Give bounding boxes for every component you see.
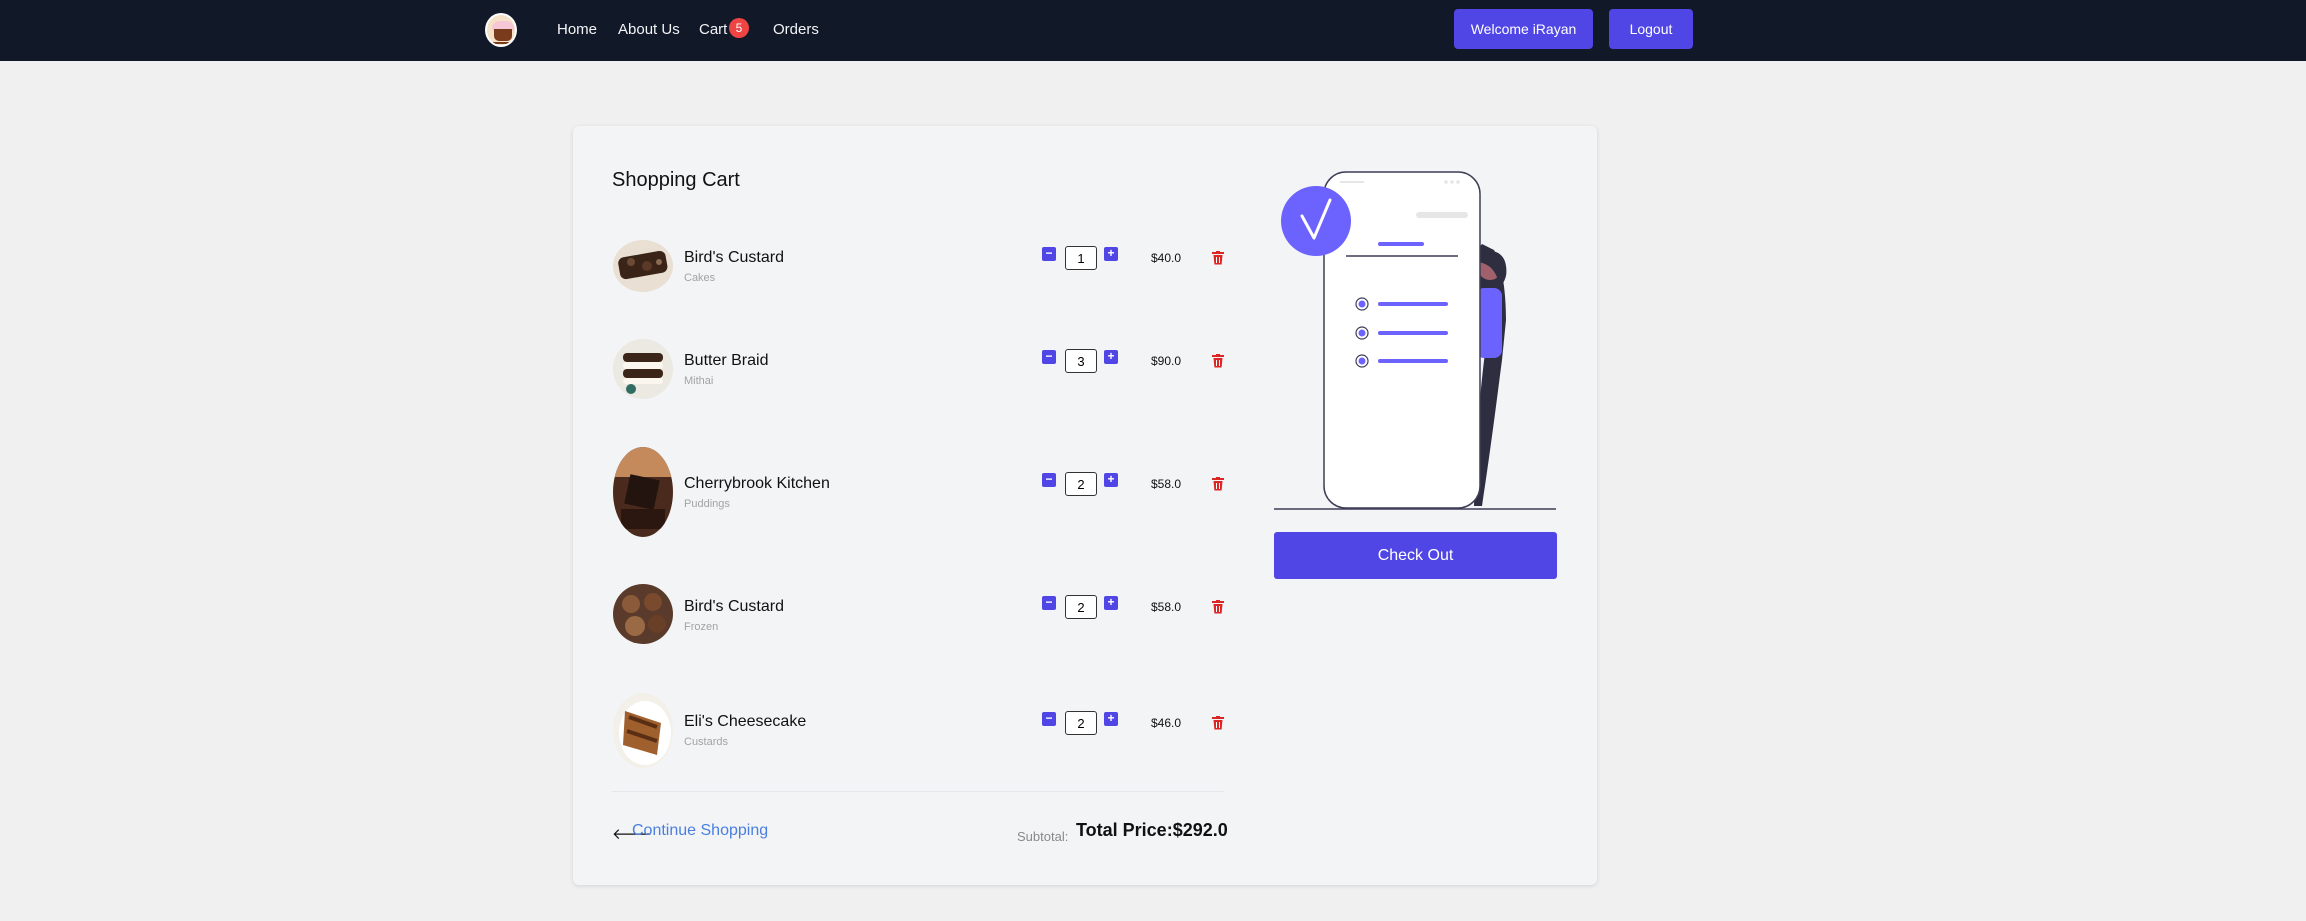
product-thumbnail <box>613 584 673 644</box>
item-category: Custards <box>684 736 729 748</box>
product-thumbnail <box>613 240 673 292</box>
increase-quantity-button[interactable]: + <box>1104 473 1118 487</box>
product-thumbnail <box>613 447 673 537</box>
increase-quantity-button[interactable]: + <box>1104 596 1118 610</box>
checkout-illustration <box>1274 171 1556 510</box>
decrease-quantity-button[interactable]: − <box>1042 473 1056 487</box>
item-price: $40.0 <box>1151 251 1182 265</box>
increase-quantity-button[interactable]: + <box>1104 350 1118 364</box>
quantity-input[interactable] <box>1065 711 1097 735</box>
quantity-input[interactable] <box>1065 595 1097 619</box>
item-price: $58.0 <box>1151 600 1182 614</box>
quantity-input[interactable] <box>1065 472 1097 496</box>
item-price: $90.0 <box>1151 354 1182 368</box>
item-category: Mithai <box>684 375 714 387</box>
nav-home-link[interactable]: Home <box>557 20 597 40</box>
item-price: $58.0 <box>1151 477 1182 491</box>
subtotal-label: Subtotal: <box>1017 829 1069 844</box>
trash-icon[interactable] <box>1212 251 1224 265</box>
item-name: Bird's Custard <box>684 249 784 266</box>
item-price: $46.0 <box>1151 716 1182 730</box>
cart-title: Shopping Cart <box>612 169 740 191</box>
item-name: Butter Braid <box>684 352 769 369</box>
item-category: Cakes <box>684 272 716 284</box>
item-name: Bird's Custard <box>684 598 784 615</box>
product-thumbnail <box>613 693 673 768</box>
item-category: Puddings <box>684 498 730 510</box>
navbar: Home About Us Cart 5 Orders Welcome iRay… <box>0 0 2306 61</box>
quantity-input[interactable] <box>1065 349 1097 373</box>
decrease-quantity-button[interactable]: − <box>1042 596 1056 610</box>
trash-icon[interactable] <box>1212 600 1224 614</box>
trash-icon[interactable] <box>1212 477 1224 491</box>
decrease-quantity-button[interactable]: − <box>1042 712 1056 726</box>
product-thumbnail <box>613 339 673 399</box>
quantity-input[interactable] <box>1065 246 1097 270</box>
nav-about-link[interactable]: About Us <box>618 20 680 40</box>
cart-count-badge: 5 <box>729 18 749 38</box>
welcome-user-button[interactable]: Welcome iRayan <box>1454 9 1593 49</box>
trash-icon[interactable] <box>1212 716 1224 730</box>
item-name: Eli's Cheesecake <box>684 713 807 730</box>
cart-divider <box>612 791 1224 792</box>
continue-shopping-link[interactable]: Continue Shopping <box>632 822 768 840</box>
increase-quantity-button[interactable]: + <box>1104 247 1118 261</box>
decrease-quantity-button[interactable]: − <box>1042 350 1056 364</box>
nav-cart-link[interactable]: Cart <box>699 20 727 40</box>
decrease-quantity-button[interactable]: − <box>1042 247 1056 261</box>
trash-icon[interactable] <box>1212 354 1224 368</box>
item-category: Frozen <box>684 621 719 633</box>
cupcake-logo-icon[interactable] <box>485 13 517 47</box>
increase-quantity-button[interactable]: + <box>1104 712 1118 726</box>
logout-button[interactable]: Logout <box>1609 9 1693 49</box>
checkout-button[interactable]: Check Out <box>1274 532 1557 579</box>
total-price: Total Price:$292.0 <box>1076 820 1228 840</box>
nav-orders-link[interactable]: Orders <box>773 20 819 40</box>
item-name: Cherrybrook Kitchen <box>684 475 830 492</box>
